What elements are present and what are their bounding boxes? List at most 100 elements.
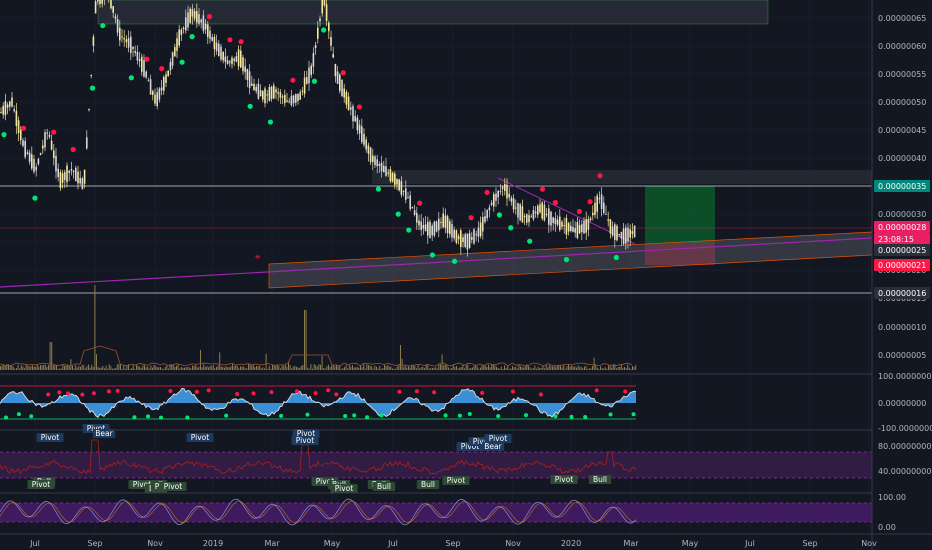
- volume-bar: [580, 366, 582, 370]
- candle-body: [242, 57, 244, 72]
- rsi-label-bull: Pivot: [550, 475, 578, 484]
- price-tag-text: 0.00000021: [878, 261, 926, 270]
- osc-buy-dot: [352, 413, 357, 418]
- candle-body: [347, 96, 350, 111]
- volume-tick-label: 0.00000005: [878, 351, 926, 360]
- volume-bar: [449, 368, 451, 370]
- volume-bar: [94, 285, 96, 370]
- candle-body: [64, 171, 66, 180]
- volume-bar: [86, 366, 88, 370]
- volume-bar: [419, 368, 421, 370]
- osc-sell-dot: [168, 389, 173, 394]
- volume-bar: [478, 368, 480, 370]
- candle-body: [86, 137, 88, 149]
- osc-sell-dot: [480, 390, 485, 395]
- volume-bar: [83, 365, 85, 370]
- candle-body: [367, 145, 370, 154]
- candle-body: [178, 29, 180, 46]
- volume-bar: [369, 365, 371, 370]
- volume-bar: [579, 367, 581, 370]
- candle-body: [488, 207, 491, 211]
- volume-bar: [304, 310, 305, 370]
- candle-body: [369, 147, 372, 163]
- candle-body: [363, 133, 365, 145]
- volume-bar: [27, 365, 29, 370]
- candle-body: [237, 49, 240, 67]
- candle-body: [295, 94, 297, 103]
- candle-body: [625, 227, 627, 244]
- volume-bar: [12, 366, 14, 370]
- rsi-label-bull: Pivot: [159, 482, 187, 491]
- candle-body: [292, 95, 295, 104]
- time-tick-label: Nov: [505, 539, 521, 548]
- candle-body: [589, 218, 592, 220]
- volume-bar: [57, 368, 59, 370]
- rsi-label-bull: Bull: [416, 480, 440, 489]
- volume-bar: [158, 367, 160, 370]
- candle-body: [352, 106, 354, 122]
- osc-sell-dot: [57, 390, 62, 395]
- sell-signal-dot: [290, 77, 296, 83]
- volume-bar: [200, 349, 201, 370]
- candle-body: [374, 156, 376, 166]
- volume-bar: [497, 368, 499, 370]
- volume-bar: [164, 366, 166, 370]
- volume-bar: [305, 310, 307, 370]
- candle-body: [66, 165, 68, 183]
- candle-body: [435, 221, 438, 232]
- time-axis[interactable]: Jul Sep Nov 2019 Mar May Jul Sep Nov 2020 Mar May Ju…: [29, 539, 877, 548]
- volume-bar: [104, 368, 105, 370]
- volume-bar: [308, 368, 310, 370]
- volume-bar: [523, 367, 525, 370]
- candle-body: [149, 79, 152, 95]
- buy-signal-dot: [613, 254, 619, 261]
- osc-buy-dot: [16, 412, 21, 417]
- candle-body: [50, 140, 53, 150]
- candle-body: [303, 77, 306, 94]
- candle-body: [530, 216, 532, 218]
- candle-body: [552, 217, 554, 224]
- candle-body: [248, 71, 251, 88]
- candle-body: [297, 93, 299, 101]
- candle-body: [17, 120, 20, 134]
- volume-bar: [177, 364, 179, 370]
- candle-body: [605, 213, 607, 215]
- candle-body: [4, 101, 7, 116]
- volume-bar: [552, 366, 553, 370]
- osc-sell-dot: [115, 388, 120, 393]
- volume-bar: [513, 367, 515, 370]
- volume-bar: [508, 368, 510, 370]
- candle-body: [306, 77, 308, 84]
- chart-canvas[interactable]: ⌖ PivotPivotBear Pivot PivotPivotPivotPivo…: [0, 0, 932, 550]
- volume-bar: [336, 365, 337, 370]
- candle-body: [534, 211, 537, 214]
- candle-body: [196, 11, 198, 23]
- volume-bar: [302, 365, 304, 370]
- candle-body: [444, 215, 447, 228]
- volume-bar: [19, 368, 21, 370]
- volume-bar: [110, 366, 112, 370]
- volume-bar: [592, 365, 593, 370]
- candle-body: [532, 210, 535, 220]
- candle-body: [372, 155, 374, 162]
- rsi-label-bull: Pivot: [330, 484, 358, 493]
- volume-bar: [180, 367, 182, 370]
- volume-bar: [48, 365, 49, 370]
- candle-body: [160, 87, 163, 91]
- volume-bar: [366, 364, 368, 370]
- candle-body: [2, 105, 4, 115]
- osc-buy-dot: [185, 415, 190, 420]
- volume-bar: [212, 364, 214, 370]
- volume-bar: [313, 364, 315, 370]
- osc-sell-dot: [106, 389, 111, 394]
- volume-bar: [328, 364, 329, 370]
- price-tag-text: 23:08:15: [878, 235, 914, 244]
- volume-bar: [145, 367, 147, 370]
- volume-bar: [422, 366, 424, 370]
- candle-body: [358, 124, 361, 134]
- candle-body: [209, 30, 211, 39]
- volume-bar: [206, 365, 208, 370]
- volume-bar: [588, 368, 590, 370]
- volume-bar: [153, 364, 155, 370]
- candle-body: [387, 172, 389, 174]
